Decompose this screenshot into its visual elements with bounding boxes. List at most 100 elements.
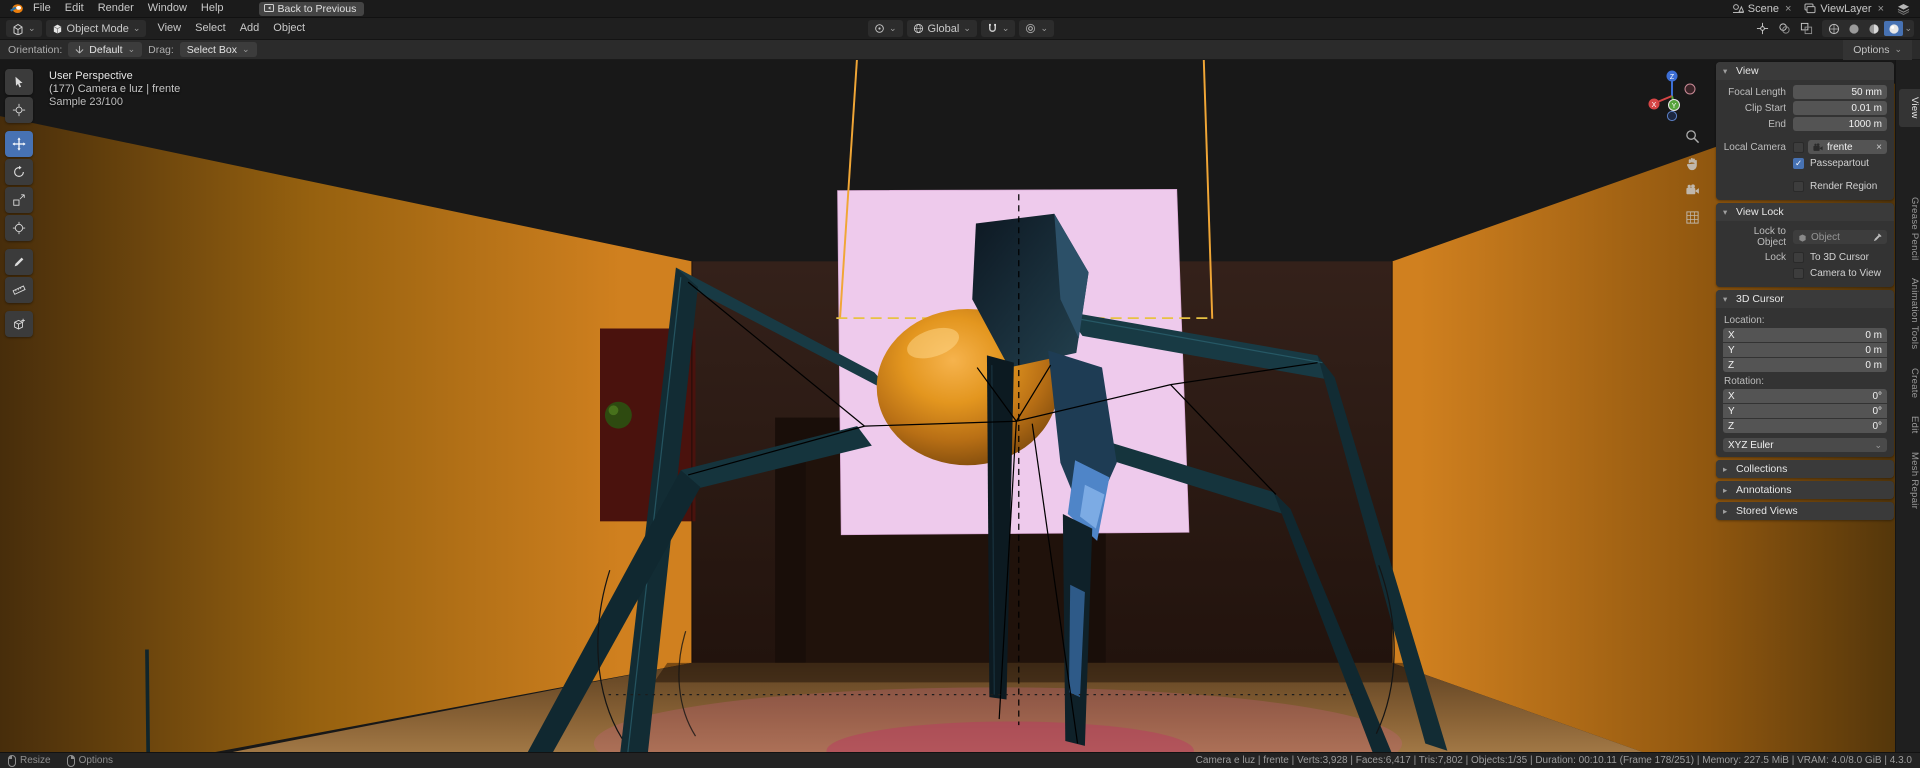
panel-open-caret-icon: ▾ <box>1723 206 1728 217</box>
measure-tool[interactable] <box>5 277 33 303</box>
shading-rendered-button[interactable] <box>1884 21 1904 36</box>
shading-material-button[interactable] <box>1864 21 1883 36</box>
shading-solid-button[interactable] <box>1844 21 1863 36</box>
sidebar-tab-create[interactable]: Create <box>1899 360 1920 406</box>
cursor-tool[interactable] <box>5 97 33 123</box>
menu-render[interactable]: Render <box>91 0 141 17</box>
sidebar-tab-grease-pencil[interactable]: Grease Pencil <box>1899 189 1920 269</box>
proportional-edit-icon <box>1025 23 1036 34</box>
active-object-label: (177) Camera e luz | frente <box>49 83 181 95</box>
panel-annotations-title: Annotations <box>1736 484 1792 496</box>
editor-type-button[interactable]: ⌄ <box>6 20 42 37</box>
select-box-tool[interactable] <box>5 69 33 95</box>
gizmo-neg-z-axis[interactable] <box>1666 110 1678 122</box>
sidebar-tab-edit[interactable]: Edit <box>1899 408 1920 442</box>
menu-select[interactable]: Select <box>188 18 233 39</box>
panel-stored-views-header[interactable]: ▸ Stored Views <box>1716 502 1894 520</box>
menu-file[interactable]: File <box>26 0 58 17</box>
rotation-mode-dropdown[interactable]: XYZ Euler ⌄ <box>1723 438 1887 452</box>
local-camera-field[interactable]: frente × <box>1808 140 1887 154</box>
mode-label: Object Mode <box>66 22 129 35</box>
menu-add[interactable]: Add <box>233 18 267 39</box>
navigation-gizmo[interactable]: Z X Y <box>1642 66 1702 126</box>
clip-start-field[interactable]: 0.01 m <box>1793 101 1887 115</box>
back-to-previous-button[interactable]: Back to Previous <box>258 1 365 16</box>
transform-tool[interactable] <box>5 215 33 241</box>
blender-logo-icon[interactable] <box>8 3 24 15</box>
status-options-hint: Options <box>66 754 113 767</box>
tool-options-button[interactable]: Options ⌄ <box>1843 39 1912 60</box>
drag-setting-dropdown[interactable]: Select Box ⌄ <box>179 42 257 57</box>
viewport-3d[interactable]: User Perspective (177) Camera e luz | fr… <box>0 60 1920 752</box>
orientation-value: Global <box>927 22 960 35</box>
scene-unlink-icon[interactable]: × <box>1783 3 1793 15</box>
passepartout-checkbox[interactable]: ✓ <box>1793 157 1804 169</box>
viewport-3d-scene[interactable] <box>0 60 1920 752</box>
menu-help[interactable]: Help <box>194 0 231 17</box>
gizmo-neg-x-axis[interactable] <box>1684 83 1696 95</box>
proportional-caret-icon: ⌄ <box>1040 23 1048 33</box>
local-camera-checkbox[interactable] <box>1793 141 1804 153</box>
orientation-global-button[interactable]: Global ⌄ <box>906 20 977 37</box>
status-resize-hint: Resize <box>8 754 51 767</box>
camera-to-view-checkbox[interactable] <box>1793 267 1804 279</box>
camera-view-icon[interactable] <box>1682 180 1702 200</box>
shading-wireframe-button[interactable] <box>1824 21 1843 36</box>
local-camera-clear-icon[interactable]: × <box>1876 142 1882 153</box>
panel-annotations-header[interactable]: ▸ Annotations <box>1716 481 1894 499</box>
annotate-tool[interactable] <box>5 249 33 275</box>
cursor-rotation-y-field[interactable]: Y 0° <box>1723 404 1887 418</box>
back-screen-icon <box>263 4 274 13</box>
cursor-location-z-field[interactable]: Z0 m <box>1723 358 1887 372</box>
sidebar-tab-view[interactable]: View <box>1899 89 1920 127</box>
viewlayer-selector[interactable]: ViewLayer × <box>1800 1 1890 16</box>
scene-selector[interactable]: Scene × <box>1728 1 1798 16</box>
sidebar-tab-mesh-repair[interactable]: Mesh Repair <box>1899 444 1920 517</box>
add-cube-tool[interactable] <box>5 311 33 337</box>
orientation-setting-caret-icon: ⌄ <box>127 44 136 54</box>
cursor-location-y-field[interactable]: Y0 m <box>1723 343 1887 357</box>
panel-view-lock-header[interactable]: ▾ View Lock <box>1716 203 1894 221</box>
cursor-location-fields: X0 m Y0 m Z0 m <box>1723 328 1887 372</box>
rotate-tool[interactable] <box>5 159 33 185</box>
green-sphere[interactable] <box>604 401 632 429</box>
snap-button[interactable]: ⌄ <box>980 20 1016 37</box>
svg-text:X: X <box>1652 102 1657 109</box>
cursor-rotation-z-field[interactable]: Z 0° <box>1723 419 1887 433</box>
shading-caret-icon[interactable]: ⌄ <box>1904 24 1912 33</box>
menu-window[interactable]: Window <box>141 0 194 17</box>
eyedropper-icon[interactable] <box>1873 232 1882 242</box>
focal-length-field[interactable]: 50 mm <box>1793 85 1887 99</box>
cursor-location-x-field[interactable]: X0 m <box>1723 328 1887 342</box>
orientation-setting-dropdown[interactable]: Default ⌄ <box>68 42 143 57</box>
proportional-edit-button[interactable]: ⌄ <box>1019 20 1054 37</box>
viewlayer-remove-icon[interactable]: × <box>1876 3 1886 15</box>
panel-closed-caret-icon: ▸ <box>1723 484 1728 495</box>
rotation-mode-caret-icon: ⌄ <box>1874 439 1882 450</box>
menu-edit[interactable]: Edit <box>58 0 91 17</box>
clip-end-label: End <box>1768 118 1786 130</box>
clip-end-field[interactable]: 1000 m <box>1793 117 1887 131</box>
mode-selector[interactable]: Object Mode ⌄ <box>45 20 147 37</box>
panel-3d-cursor-header[interactable]: ▾ 3D Cursor <box>1716 290 1894 308</box>
menu-view[interactable]: View <box>150 18 188 39</box>
toggle-xray-button[interactable] <box>1796 20 1816 37</box>
panel-view-header[interactable]: ▾ View <box>1716 62 1894 80</box>
lock-to-3d-cursor-checkbox[interactable] <box>1793 251 1804 263</box>
toggle-ortho-grid-icon[interactable] <box>1682 207 1702 227</box>
show-gizmo-button[interactable] <box>1752 20 1772 37</box>
move-tool[interactable] <box>5 131 33 157</box>
sidebar-tab-animation-tools[interactable]: Animation Tools <box>1899 270 1920 357</box>
zoom-icon[interactable] <box>1682 126 1702 146</box>
scale-tool[interactable] <box>5 187 33 213</box>
panel-collections-header[interactable]: ▸ Collections <box>1716 460 1894 478</box>
render-region-checkbox[interactable] <box>1793 180 1804 192</box>
menu-object[interactable]: Object <box>266 18 312 39</box>
layers-stack-icon[interactable] <box>1897 3 1910 15</box>
show-overlays-button[interactable] <box>1774 20 1794 37</box>
lock-to-object-field[interactable]: Object <box>1793 230 1887 244</box>
pan-hand-icon[interactable] <box>1682 153 1702 173</box>
mouse-left-drag-icon <box>8 754 16 767</box>
cursor-rotation-x-field[interactable]: X 0° <box>1723 389 1887 403</box>
pivot-point-button[interactable]: ⌄ <box>868 20 903 37</box>
